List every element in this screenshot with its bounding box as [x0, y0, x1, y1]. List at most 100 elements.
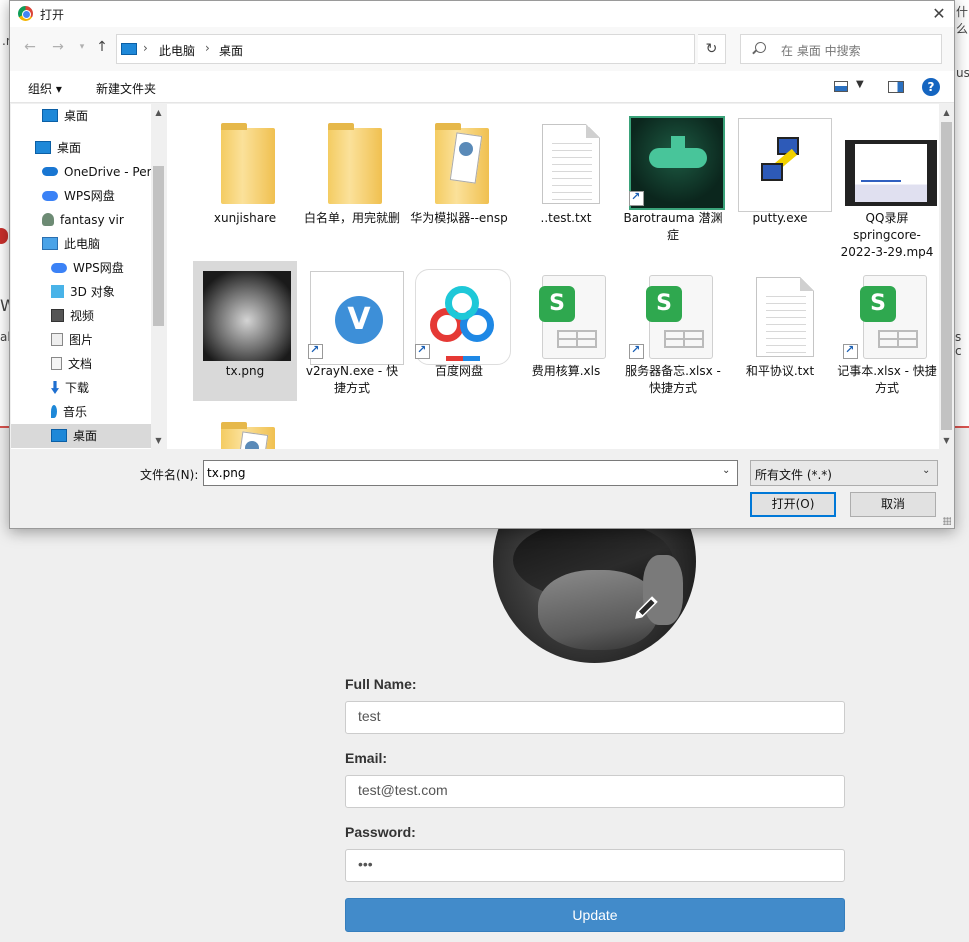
3d-objects-icon [51, 285, 64, 298]
open-button[interactable]: 打开(O) [750, 492, 836, 517]
sidebar-item[interactable]: OneDrive - Per [11, 160, 151, 184]
sidebar-item[interactable]: 音乐 [11, 400, 151, 424]
scroll-down-icon[interactable]: ▼ [941, 435, 952, 446]
navigation-pane-scrollbar[interactable]: ▲ ▼ [151, 104, 166, 449]
sidebar-item[interactable]: 下载 [11, 376, 151, 400]
sidebar-item[interactable]: 视频 [11, 304, 151, 328]
resize-grip-icon[interactable] [943, 517, 951, 525]
new-folder-button[interactable]: 新建文件夹 [96, 80, 156, 97]
breadcrumb-desktop[interactable]: 桌面 [219, 42, 243, 59]
file-item[interactable]: Barotrauma 潜渊症 [621, 108, 725, 248]
wps-cloud-icon [51, 262, 67, 273]
shortcut-arrow-icon [629, 190, 644, 206]
scroll-up-icon[interactable]: ▲ [153, 107, 164, 118]
breadcrumb-this-pc[interactable]: 此电脑 [159, 42, 195, 59]
scrollbar-thumb[interactable] [153, 166, 164, 326]
refresh-icon[interactable]: ↻ [698, 34, 726, 64]
file-list-view: xunjishare 白名单，用完就删华为模拟器--ensp ..test.txt B… [167, 104, 953, 449]
sidebar-item[interactable]: WPS网盘 [11, 256, 151, 280]
file-list-scrollbar[interactable]: ▲ ▼ [939, 104, 954, 449]
dialog-titlebar[interactable]: 打开 ✕ [10, 1, 954, 27]
email-input[interactable]: test@test.com [345, 775, 845, 808]
sidebar-item[interactable]: 3D 对象 [11, 280, 151, 304]
update-button[interactable]: Update [345, 898, 845, 932]
folder-icon [199, 413, 291, 449]
file-item[interactable]: 百度网盘 [407, 261, 511, 401]
sidebar-item[interactable]: 桌面 [11, 136, 151, 160]
scroll-down-icon[interactable]: ▼ [153, 435, 164, 446]
baidu-netdisk-icon [413, 267, 511, 365]
page-text-fragment: us [956, 66, 969, 80]
scroll-up-icon[interactable]: ▲ [941, 107, 952, 118]
chrome-icon [18, 6, 33, 21]
sidebar-item[interactable]: 文档 [11, 352, 151, 376]
sidebar-item-label: 桌面 [73, 429, 98, 443]
back-arrow-icon[interactable]: ← [22, 39, 38, 55]
filename-input[interactable]: tx.png [203, 460, 738, 486]
file-name: tx.png [225, 364, 265, 378]
file-name: 华为模拟器--ensp [410, 211, 508, 225]
forward-arrow-icon[interactable]: → [50, 39, 66, 55]
video-folder-icon [51, 309, 64, 322]
file-item[interactable]: 白名单，用完就删 [300, 108, 404, 248]
navigation-pane: 桌面 桌面 OneDrive - Per WPS网盘 fantasy vir 此电脑 WPS… [11, 104, 166, 449]
file-name: ..test.txt [540, 211, 592, 225]
scrollbar-thumb[interactable] [941, 122, 952, 430]
folder-icon [199, 114, 291, 206]
file-name: xunjishare [213, 211, 277, 225]
v2ray-icon: V [306, 267, 404, 365]
view-options-chevron-icon[interactable]: ▼ [856, 79, 864, 90]
change-view-icon[interactable] [834, 81, 848, 92]
sidebar-item[interactable]: 桌面 [11, 104, 151, 128]
file-item[interactable]: 和平协议.txt [728, 261, 832, 401]
shortcut-arrow-icon [415, 343, 430, 359]
file-item[interactable]: S 记事本.xlsx - 快捷方式 [835, 261, 939, 401]
help-icon[interactable]: ? [922, 78, 940, 96]
filename-history-chevron-icon[interactable]: ⌄ [722, 465, 730, 476]
profile-form: Full Name: test Email: test@test.com Pas… [345, 676, 845, 932]
cloud-icon [42, 167, 58, 176]
breadcrumb-separator-icon[interactable]: › [205, 41, 210, 55]
file-item[interactable] [193, 407, 297, 449]
sidebar-item[interactable]: fantasy vir [11, 208, 151, 232]
sidebar-item[interactable]: WPS网盘 [11, 184, 151, 208]
file-item[interactable]: S 服务器备忘.xlsx - 快捷方式 [621, 261, 725, 401]
page-text-fragment: s c [955, 330, 962, 358]
shortcut-arrow-icon [843, 343, 858, 359]
email-label: Email: [345, 750, 388, 766]
download-icon [51, 381, 59, 394]
organize-button[interactable]: 组织 ▾ [28, 80, 62, 97]
file-item[interactable]: S 费用核算.xls [514, 261, 618, 401]
breadcrumb-separator-icon[interactable]: › [143, 41, 148, 55]
search-input[interactable]: 在 桌面 中搜索 [740, 34, 942, 64]
file-item[interactable]: 华为模拟器--ensp [407, 108, 511, 248]
file-item[interactable]: ..test.txt [514, 108, 618, 248]
file-item[interactable]: putty.exe [728, 108, 832, 248]
folder-icon [413, 114, 505, 206]
address-bar[interactable]: › 此电脑 › 桌面 ⌄ [116, 34, 787, 64]
image-thumbnail [199, 267, 291, 361]
preview-pane-icon[interactable] [888, 81, 904, 93]
password-input[interactable]: ••• [345, 849, 845, 882]
up-arrow-icon[interactable]: ↑ [94, 39, 110, 55]
sidebar-item[interactable]: 此电脑 [11, 232, 151, 256]
file-name: QQ录屏springcore-2022-3-29.mp4 [840, 211, 934, 259]
file-item[interactable]: QQ录屏springcore-2022-3-29.mp4 [835, 108, 939, 259]
file-item[interactable]: Vv2rayN.exe - 快捷方式 [300, 261, 404, 401]
full-name-label: Full Name: [345, 676, 417, 692]
pencil-icon[interactable] [628, 592, 662, 626]
sidebar-item[interactable]: 桌面 [11, 424, 151, 448]
full-name-input[interactable]: test [345, 701, 845, 734]
close-icon[interactable]: ✕ [928, 3, 950, 25]
file-type-select[interactable]: 所有文件 (*.*) [750, 460, 938, 486]
file-name: 服务器备忘.xlsx - 快捷方式 [625, 364, 721, 395]
user-icon [42, 213, 54, 226]
recent-locations-chevron-icon[interactable]: ▾ [74, 39, 90, 55]
search-icon [755, 42, 766, 53]
file-item[interactable]: xunjishare [193, 108, 297, 248]
file-item[interactable]: tx.png [193, 261, 297, 401]
file-type-chevron-icon[interactable]: ⌄ [922, 465, 930, 476]
cancel-button[interactable]: 取消 [850, 492, 936, 517]
sidebar-item[interactable]: 图片 [11, 328, 151, 352]
sidebar-item-label: 此电脑 [64, 237, 101, 251]
